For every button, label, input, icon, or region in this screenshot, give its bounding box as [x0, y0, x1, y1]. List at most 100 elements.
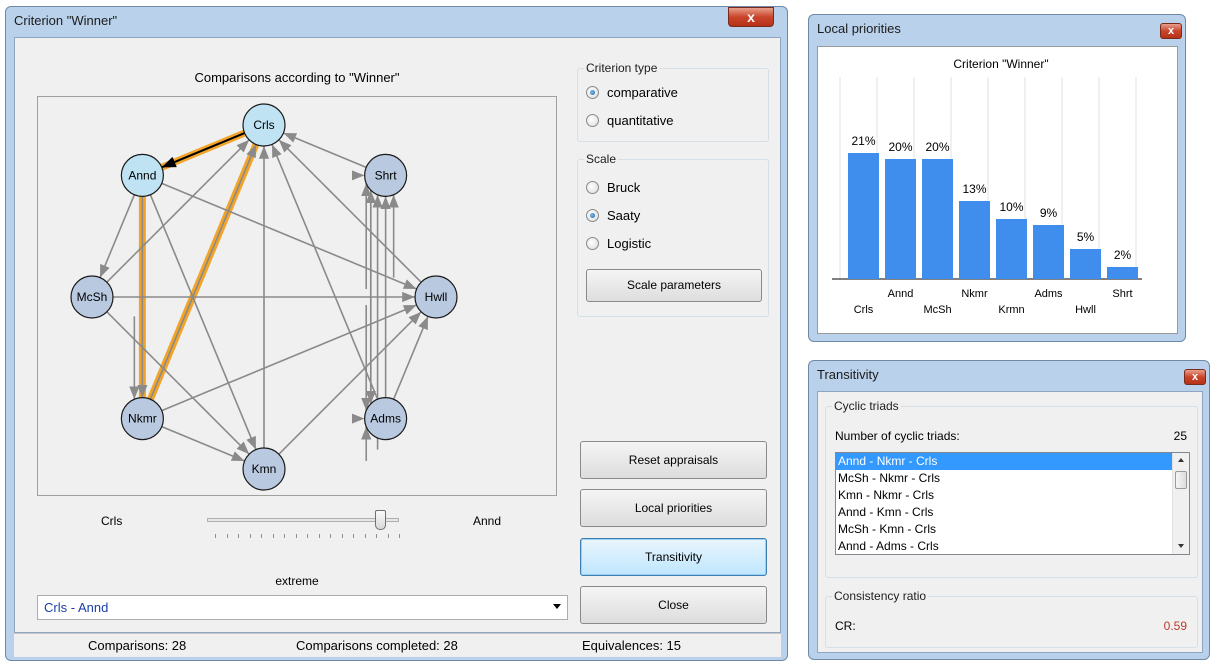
slider-tick	[295, 534, 297, 538]
status-completed: Comparisons completed: 28	[296, 638, 458, 653]
local-priorities-button[interactable]: Local priorities	[580, 489, 767, 527]
comparison-edge[interactable]	[392, 316, 429, 400]
comparison-graph[interactable]: Crls Shrt Hwll Adms Kmn Nkmr McSh Annd	[37, 96, 557, 496]
radio-bruck-label: Bruck	[607, 180, 641, 195]
radio-saaty-label: Saaty	[607, 208, 641, 223]
slider-tick	[318, 534, 320, 538]
radio-comparative[interactable]: comparative	[586, 85, 678, 100]
radio-comparative-indicator[interactable]	[586, 86, 599, 99]
criterion-close-icon[interactable]: x	[728, 7, 774, 27]
bar-annd	[885, 159, 916, 279]
slider-tick	[249, 534, 251, 538]
consistency-title: Consistency ratio	[832, 589, 929, 603]
radio-bruck-indicator[interactable]	[586, 181, 599, 194]
radio-logistic-label: Logistic	[607, 236, 652, 251]
node-annd[interactable]: Annd	[120, 153, 164, 197]
transitivity-close-icon[interactable]: x	[1184, 369, 1206, 385]
chart-title: Criterion "Winner"	[953, 57, 1048, 71]
cyclic-count-label: Number of cyclic triads:	[835, 429, 960, 443]
scale-title: Scale	[584, 152, 619, 166]
comparison-edge[interactable]	[149, 194, 257, 450]
cyclic-triads-group: Cyclic triads Number of cyclic triads: 2…	[825, 399, 1198, 578]
slider-tick	[341, 534, 343, 538]
category-label: Adms	[1034, 288, 1063, 300]
comparison-edge[interactable]	[161, 132, 245, 169]
status-bar: Comparisons: 28 Comparisons completed: 2…	[14, 633, 781, 657]
radio-logistic-indicator[interactable]	[586, 237, 599, 250]
category-label: Annd	[888, 288, 914, 300]
category-label: Shrt	[1112, 288, 1132, 300]
consistency-value: 0.59	[1163, 619, 1187, 633]
radio-quantitative-indicator[interactable]	[586, 114, 599, 127]
bar-mcsh	[922, 159, 953, 279]
node-label: Crls	[253, 118, 274, 132]
bar-value-label: 13%	[962, 182, 986, 196]
slider-value-label: extreme	[275, 574, 319, 588]
comparison-edge[interactable]	[161, 425, 245, 462]
node-label: Shrt	[375, 168, 398, 182]
scroll-up-icon[interactable]	[1178, 458, 1184, 462]
comparison-pair-value: Crls - Annd	[44, 600, 109, 615]
local-priorities-title: Local priorities	[817, 21, 901, 36]
node-kmn[interactable]: Kmn	[242, 447, 286, 491]
comparison-slider-thumb[interactable]	[374, 510, 386, 530]
scroll-thumb[interactable]	[1175, 471, 1187, 489]
slider-tick	[387, 534, 389, 538]
comparison-edge[interactable]	[149, 144, 257, 400]
radio-saaty-indicator[interactable]	[586, 209, 599, 222]
node-mcsh[interactable]: McSh	[70, 275, 114, 319]
chevron-down-icon[interactable]	[553, 604, 561, 609]
bar-value-label: 9%	[1040, 206, 1058, 220]
bar-nkmr	[959, 201, 990, 279]
cyclic-triads-items: Annd - Nkmr - Crls McSh - Nkmr - Crls Kmn …	[836, 453, 1189, 554]
cyclic-triads-list[interactable]: Annd - Nkmr - Crls McSh - Nkmr - Crls Kmn …	[835, 452, 1190, 555]
local-priorities-close-icon[interactable]: x	[1160, 23, 1182, 39]
slider-tick	[353, 534, 354, 538]
node-shrt[interactable]: Shrt	[364, 153, 408, 197]
scroll-down-icon[interactable]	[1178, 544, 1184, 548]
node-label: Adms	[370, 412, 401, 426]
list-scrollbar[interactable]	[1172, 453, 1189, 554]
node-nkmr[interactable]: Nkmr	[120, 397, 164, 441]
list-item[interactable]: Kmn - Nkmr - Crls	[836, 487, 1189, 504]
comparison-graph-svg[interactable]: Crls Shrt Hwll Adms Kmn Nkmr McSh Annd	[38, 97, 556, 495]
node-hwll[interactable]: Hwll	[414, 275, 458, 319]
graph-title: Comparisons according to "Winner"	[194, 70, 400, 85]
slider-tick	[376, 534, 377, 538]
comparison-pair-select[interactable]: Crls - Annd	[37, 595, 568, 620]
transitivity-window: Transitivity x Cyclic triads Number of c…	[808, 360, 1210, 660]
category-label: Crls	[854, 304, 874, 316]
comparison-edge[interactable]	[283, 132, 367, 169]
list-item[interactable]: McSh - Nkmr - Crls	[836, 470, 1189, 487]
bar-shrt	[1107, 267, 1138, 279]
category-label: Krmn	[998, 304, 1024, 316]
slider-tick	[215, 534, 216, 538]
node-adms[interactable]: Adms	[364, 397, 408, 441]
list-item[interactable]: McSh - Kmn - Crls	[836, 521, 1189, 538]
close-button[interactable]: Close	[580, 586, 767, 624]
consistency-group: Consistency ratio CR: 0.59	[825, 589, 1198, 648]
comparison-slider-track[interactable]	[207, 518, 399, 522]
radio-logistic[interactable]: Logistic	[586, 236, 651, 251]
radio-saaty[interactable]: Saaty	[586, 208, 640, 223]
slider-tick	[330, 534, 331, 538]
comparison-edge[interactable]	[99, 194, 136, 278]
reset-appraisals-button[interactable]: Reset appraisals	[580, 441, 767, 479]
list-item[interactable]: Annd - Adms - Crls	[836, 538, 1189, 554]
node-crls[interactable]: Crls	[242, 103, 286, 147]
node-label: McSh	[77, 290, 108, 304]
transitivity-button[interactable]: Transitivity	[580, 538, 767, 576]
scale-parameters-button[interactable]: Scale parameters	[586, 269, 762, 302]
bar-value-label: 10%	[999, 200, 1023, 214]
slider-tick	[272, 534, 274, 538]
slider-tick	[364, 534, 366, 538]
bar-adms	[1033, 225, 1064, 279]
radio-quantitative[interactable]: quantitative	[586, 113, 674, 128]
scale-group: Scale Bruck Saaty Logistic Scale paramet…	[577, 152, 769, 317]
criterion-type-title: Criterion type	[584, 61, 660, 75]
comparison-edge[interactable]	[271, 144, 379, 400]
list-item[interactable]: Annd - Nkmr - Crls	[836, 453, 1189, 470]
radio-bruck[interactable]: Bruck	[586, 180, 640, 195]
node-label: Kmn	[252, 462, 277, 476]
list-item[interactable]: Annd - Kmn - Crls	[836, 504, 1189, 521]
